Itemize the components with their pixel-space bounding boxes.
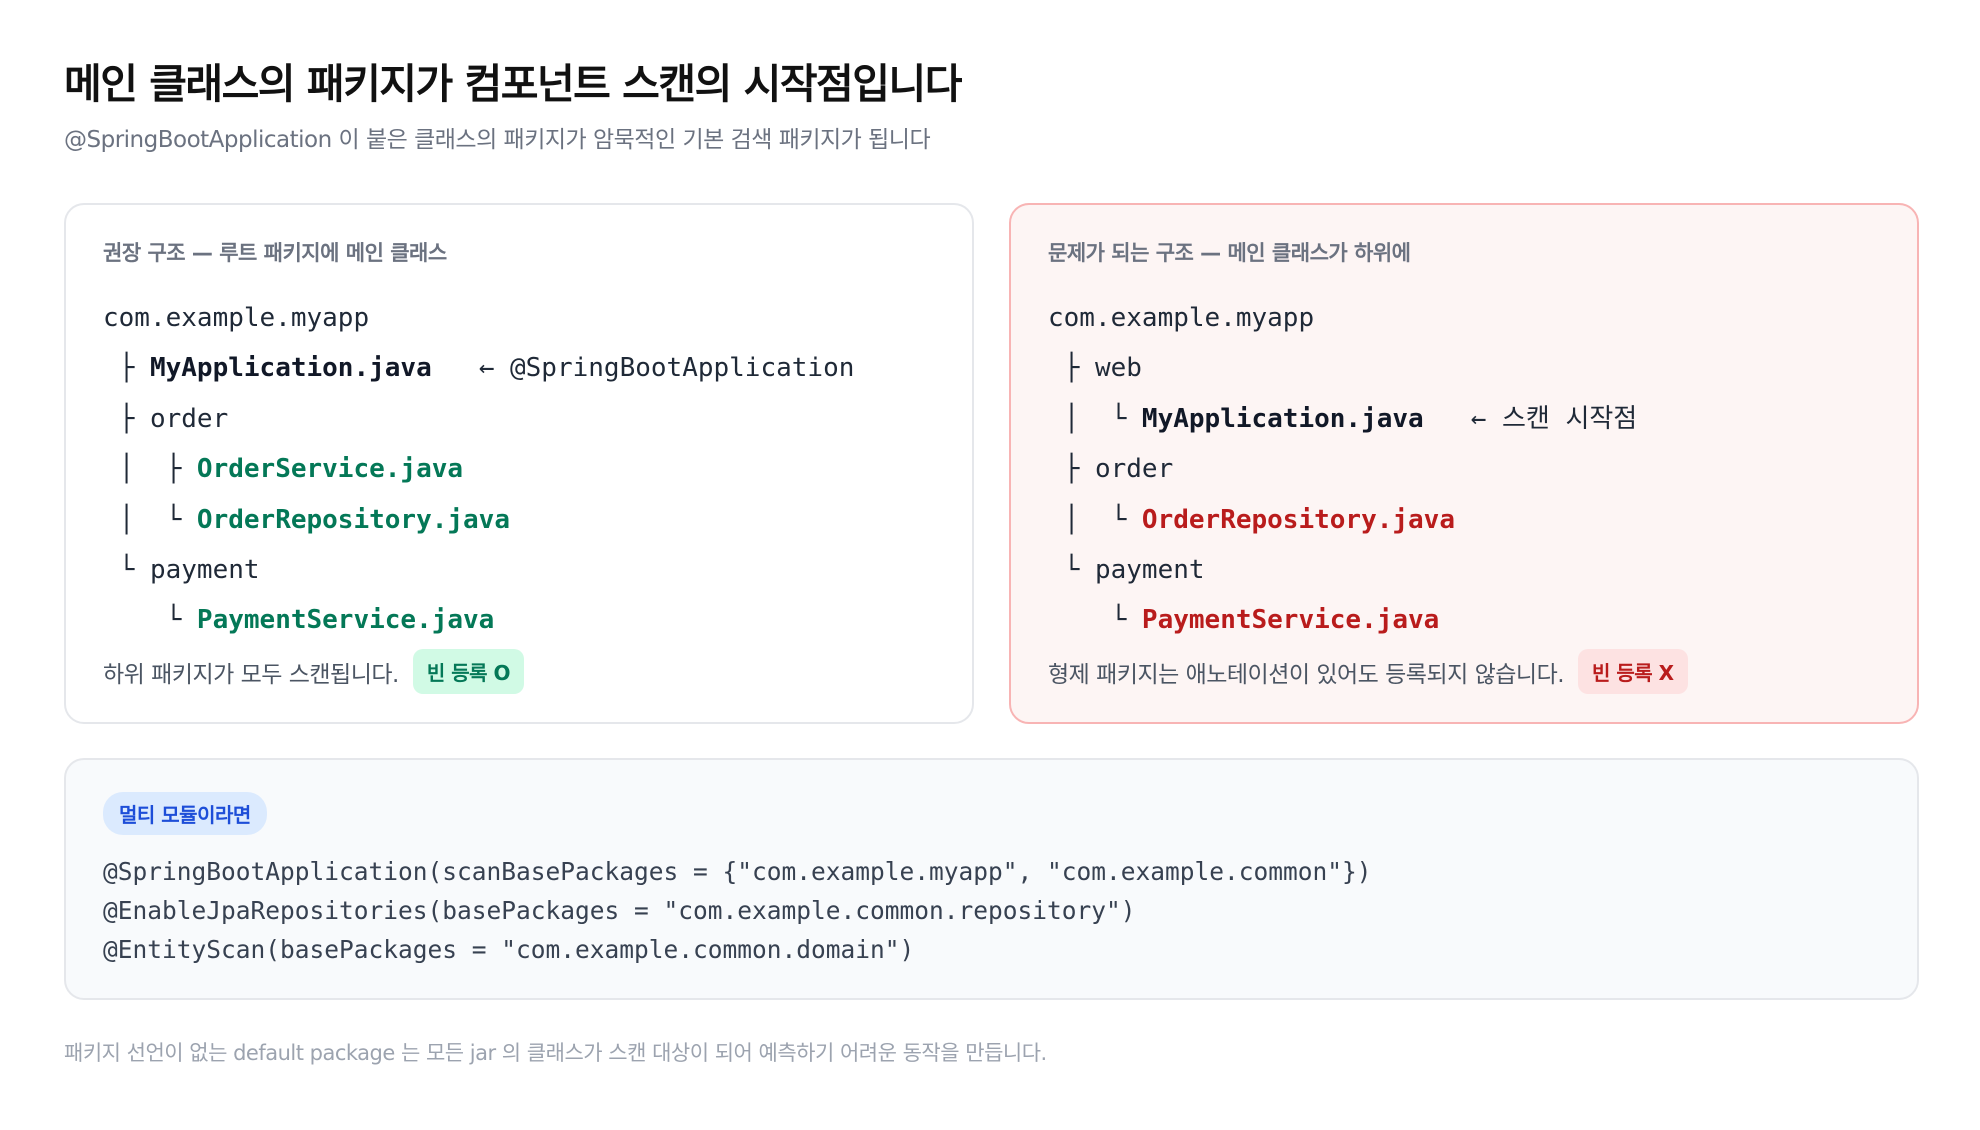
tree-row: ├ order	[103, 394, 854, 444]
package-name: web	[1094, 353, 1142, 384]
package-tree: com.example.myapp ├ web │ └ MyApplicatio…	[1048, 293, 1637, 646]
page-title: 메인 클래스의 패키지가 컴포넌트 스캔의 시작점입니다	[64, 60, 962, 108]
package-name: com.example.myapp	[1048, 303, 1315, 333]
result-text: 형제 패키지는 애노테이션이 있어도 등록되지 않습니다.	[1048, 661, 1565, 688]
package-name: order	[1094, 454, 1174, 485]
code-block: @SpringBootApplication(scanBasePackages …	[103, 852, 1372, 969]
recommended-structure-card: 권장 구조 — 루트 패키지에 메인 클래스 com.example.myapp…	[64, 203, 974, 724]
card-footer: 하위 패키지가 모두 스캔됩니다. 빈 등록 O	[103, 649, 524, 694]
tree-connector: └	[103, 554, 150, 585]
unscanned-class-file: PaymentService.java	[1141, 605, 1440, 636]
package-name: order	[149, 403, 229, 434]
tree-row: │ └ MyApplication.java ← 스캔 시작점	[1048, 394, 1638, 444]
tree-connector: ├	[1048, 454, 1095, 485]
tree-row: └ PaymentService.java	[103, 595, 854, 645]
result-text: 하위 패키지가 모두 스캔됩니다.	[103, 661, 399, 688]
multi-module-box: 멀티 모듈이라면 @SpringBootApplication(scanBase…	[64, 758, 1919, 1000]
tree-connector: ├	[103, 403, 150, 434]
status-badge: 빈 등록 O	[412, 649, 524, 694]
tree-row: └ PaymentService.java	[1048, 595, 1637, 645]
tree-connector: ├	[103, 353, 150, 384]
package-name: payment	[149, 554, 260, 585]
tree-row: └ payment	[1048, 545, 1637, 595]
tree-connector: ├	[1048, 353, 1095, 384]
code-line: @SpringBootApplication(scanBasePackages …	[103, 857, 1372, 886]
package-name: payment	[1094, 554, 1205, 585]
card-title: 문제가 되는 구조 — 메인 클래스가 하위에	[1048, 241, 1411, 265]
card-footer: 형제 패키지는 애노테이션이 있어도 등록되지 않습니다. 빈 등록 X	[1048, 649, 1688, 694]
tree-row: ├ order	[1048, 444, 1637, 494]
multi-module-badge: 멀티 모듈이라면	[103, 792, 267, 835]
tree-row: com.example.myapp	[1048, 293, 1637, 343]
tree-row: com.example.myapp	[103, 293, 854, 343]
annotation-note: ← @SpringBootApplication	[431, 353, 855, 384]
tree-connector: │ └	[1048, 403, 1142, 434]
problem-structure-card: 문제가 되는 구조 — 메인 클래스가 하위에 com.example.myap…	[1009, 203, 1919, 724]
status-badge: 빈 등록 X	[1578, 649, 1688, 694]
tree-connector: └	[103, 605, 197, 636]
package-name: com.example.myapp	[103, 303, 370, 333]
tree-row: │ └ OrderRepository.java	[103, 495, 854, 545]
tree-connector: └	[1048, 554, 1095, 585]
package-tree: com.example.myapp ├ MyApplication.java ←…	[103, 293, 854, 646]
code-line: @EnableJpaRepositories(basePackages = "c…	[103, 896, 1136, 925]
tree-row: │ ├ OrderService.java	[103, 444, 854, 494]
tree-row: ├ web	[1048, 343, 1637, 393]
tree-row: └ payment	[103, 545, 854, 595]
main-class-file: MyApplication.java	[1141, 403, 1424, 434]
unscanned-class-file: OrderRepository.java	[1141, 504, 1455, 535]
scan-start-note: ← 스캔 시작점	[1423, 403, 1638, 434]
tree-connector: │ └	[1048, 504, 1142, 535]
page-subtitle: @SpringBootApplication 이 붙은 클래스의 패키지가 암묵…	[64, 127, 931, 153]
scanned-class-file: PaymentService.java	[196, 605, 495, 636]
footnote: 패키지 선언이 없는 default package 는 모든 jar 의 클래…	[64, 1041, 1047, 1065]
tree-connector: └	[1048, 605, 1142, 636]
main-class-file: MyApplication.java	[149, 353, 432, 384]
tree-row: ├ MyApplication.java ← @SpringBootApplic…	[103, 343, 855, 393]
tree-connector: │ └	[103, 504, 197, 535]
scanned-class-file: OrderRepository.java	[196, 504, 510, 535]
card-title: 권장 구조 — 루트 패키지에 메인 클래스	[103, 241, 447, 265]
tree-connector: │ ├	[103, 454, 197, 485]
scanned-class-file: OrderService.java	[196, 454, 464, 485]
code-line: @EntityScan(basePackages = "com.example.…	[103, 935, 915, 964]
tree-row: │ └ OrderRepository.java	[1048, 495, 1637, 545]
